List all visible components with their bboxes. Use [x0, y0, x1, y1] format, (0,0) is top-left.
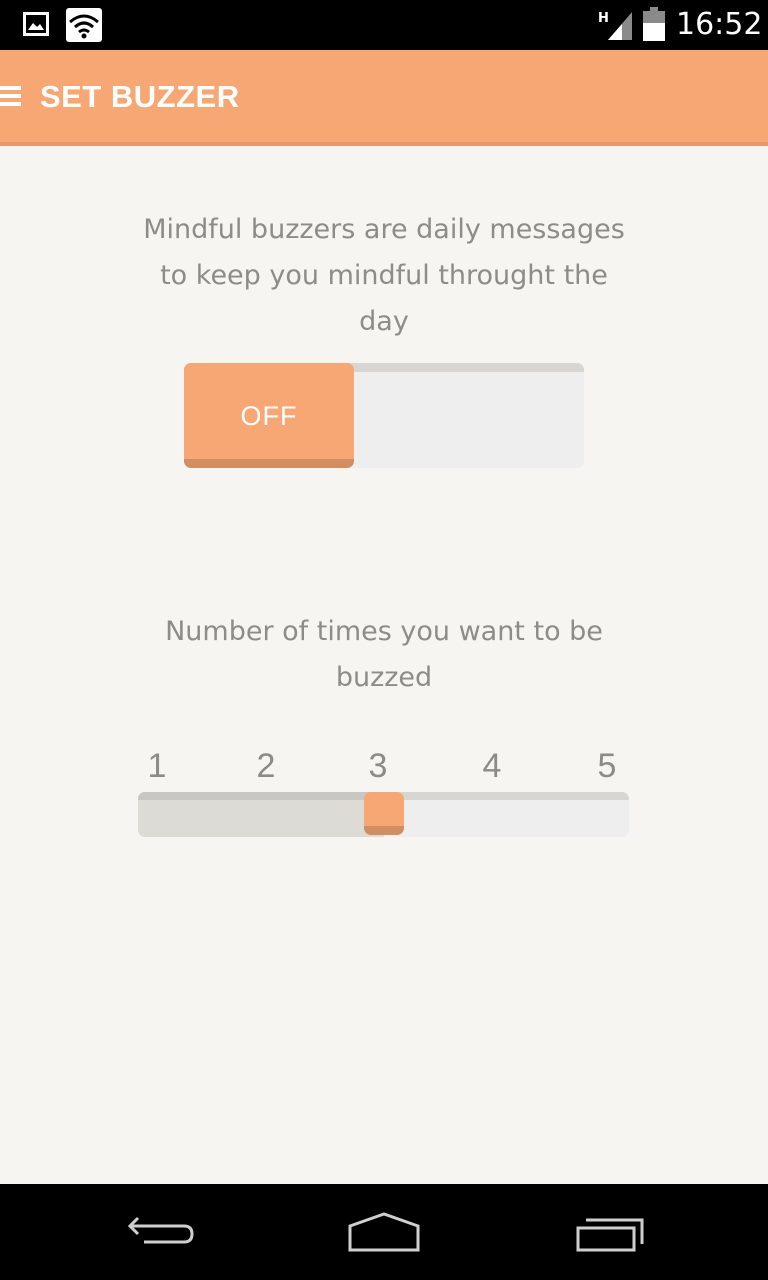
recent-apps-button[interactable] [560, 1204, 660, 1260]
battery-icon [643, 7, 665, 41]
tick-label-3: 3 [368, 747, 388, 785]
page-title: SET BUZZER [40, 79, 240, 114]
clock: 16:52 [676, 7, 763, 42]
slider-caption: Number of times you want to be buzzed [165, 616, 603, 693]
tick-label-1: 1 [147, 747, 167, 785]
status-bar: H 16:52 [0, 0, 768, 50]
back-icon [127, 1216, 194, 1244]
signal-icon: H [598, 11, 632, 40]
toggle-label: OFF [240, 401, 298, 431]
slider-thumb[interactable] [364, 792, 404, 835]
tick-label-4: 4 [482, 747, 502, 785]
slider-fill [138, 792, 384, 837]
buzzer-toggle[interactable]: OFF [184, 363, 584, 468]
recent-apps-icon [576, 1218, 644, 1252]
tick-label-2: 2 [256, 747, 276, 785]
wifi-icon [66, 8, 102, 42]
menu-icon[interactable] [0, 86, 22, 108]
home-icon [348, 1212, 420, 1252]
network-type-label: H [598, 11, 609, 26]
tick-label-5: 5 [597, 747, 617, 785]
toggle-knob[interactable]: OFF [184, 363, 354, 468]
buzz-count-slider[interactable] [138, 792, 629, 837]
gallery-icon [23, 12, 49, 36]
back-button[interactable] [110, 1204, 210, 1260]
home-button[interactable] [334, 1204, 434, 1260]
buzzer-description: Mindful buzzers are daily messages to ke… [143, 214, 625, 337]
app-bar: SET BUZZER [0, 50, 768, 146]
navigation-bar [0, 1184, 768, 1280]
slider-tick-labels: 1 2 3 4 5 [0, 746, 768, 790]
